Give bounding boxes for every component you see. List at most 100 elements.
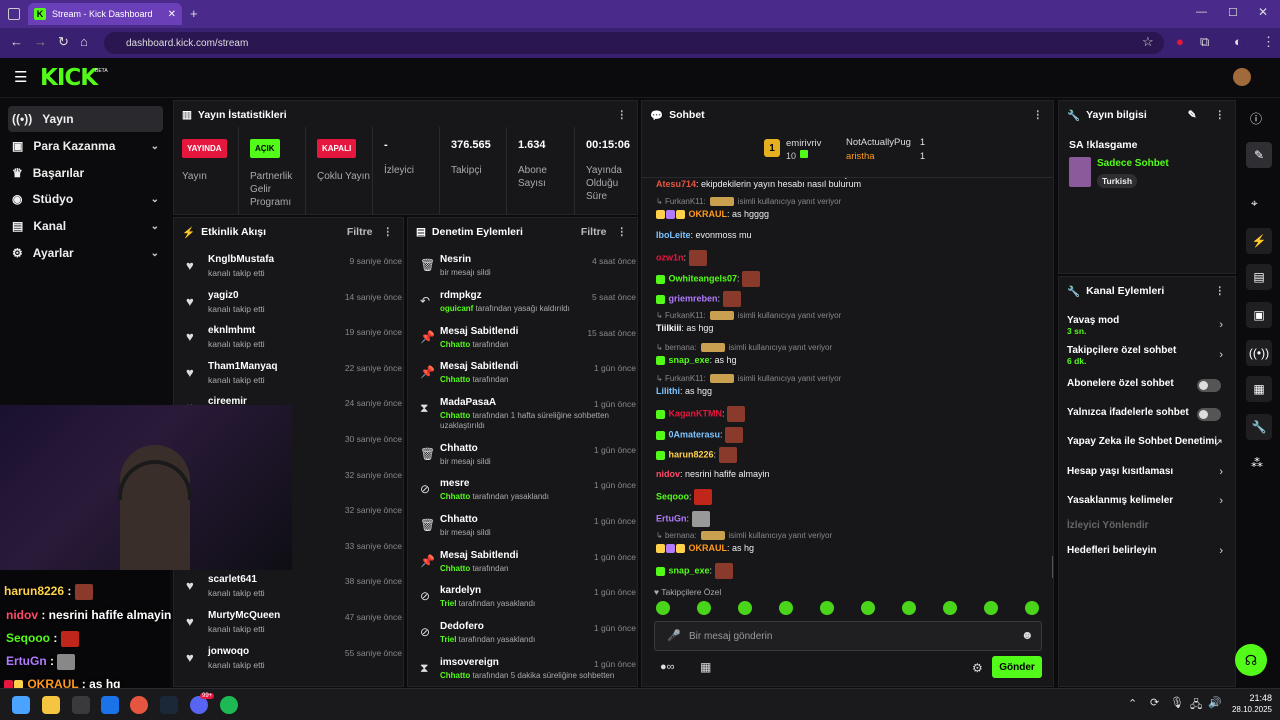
emote-button-icon[interactable] [697,601,711,615]
steam-icon[interactable] [160,696,178,714]
chat-settings-icon[interactable]: ⚙ [972,661,983,675]
chat-username[interactable]: Owhiteangels07 [669,273,738,283]
moderation-row[interactable]: 📌 Mesaj Sabitlendi Chhatto tarafından 1 gün… [416,548,637,582]
chat-reply-line[interactable]: ↳ FurkanK11: isimli kullanıcıya yanıt ver… [656,311,841,321]
chat-message[interactable]: OKRAUL: as hg [656,543,754,554]
windows-start-icon[interactable] [12,696,30,714]
chat-username[interactable]: snap_exe [669,355,710,365]
clock-date[interactable]: 28.10.2025 [1228,705,1272,714]
toggle-switch[interactable] [1197,379,1221,392]
channel-action-6[interactable]: Hesap yaşı kısıtlaması [1067,466,1227,477]
tray-chevron-icon[interactable]: ⌃ [1128,697,1137,710]
activity-row[interactable]: ♥ yagiz0 kanalı takip etti 14 saniye önce [182,288,403,322]
minimize-icon[interactable]: — [1196,6,1207,18]
chat-message[interactable]: nidov: nesrini hafife almayin [656,469,770,479]
filter-button[interactable]: Filtre [581,226,607,238]
extensions-puzzle-icon[interactable]: ⧉ [1200,34,1209,50]
chat-username[interactable]: 0Amaterasu [669,429,721,439]
channel-action-2[interactable]: Takipçilere özel sohbet 6 dk. [1067,345,1227,366]
bolt-rail-icon[interactable]: ⚡ [1246,228,1272,254]
tab-grid-icon[interactable] [8,8,20,20]
moderation-row[interactable]: ⧗ imsovereign Chhatto tarafından 5 dakika … [416,655,637,686]
chat-username[interactable]: harun8226 [669,449,714,459]
emote-button-icon[interactable] [820,601,834,615]
activity-row[interactable]: ♥ jonwoqo kanalı takip etti 55 saniye önce [182,644,403,678]
bookmark-star-icon[interactable]: ☆ [1142,34,1154,50]
chevron-right-icon[interactable]: › [1219,545,1223,557]
moderation-target[interactable]: Mesaj Sabitlendi [440,326,518,337]
moderation-row[interactable]: ⊘ Dedofero Triel tarafından yasaklandı 1 gü… [416,619,637,653]
pin-user-1[interactable]: NotActuallyPug [846,137,911,148]
chat-message[interactable]: ozw1n: [656,250,707,266]
moderation-target[interactable]: Chhatto [440,443,478,454]
category-name[interactable]: Sadece Sohbet [1097,158,1169,169]
chat-username[interactable]: griemreben [669,293,718,303]
chat-message[interactable]: Seqooo: [656,489,713,505]
moderation-row[interactable]: 📌 Mesaj Sabitlendi Chhatto tarafından 15 sa… [416,324,637,358]
channel-action-7[interactable]: Yasaklanmış kelimeler [1067,495,1227,506]
activity-row[interactable]: ♥ Tham1Manyaq kanalı takip etti 22 saniye ö… [182,359,403,393]
chat-reply-line[interactable]: ↳ bernana: isimli kullanıcıya yanıt veriy… [656,531,832,541]
volume-icon[interactable]: 🔊 [1208,696,1222,709]
file-explorer-icon[interactable] [42,696,60,714]
emote-button-icon[interactable] [984,601,998,615]
moderation-target[interactable]: Chhatto [440,514,478,525]
reload-icon[interactable]: ↻ [58,34,69,50]
activity-row[interactable]: ♥ scarlet641 kanalı takip etti 38 saniye ön… [182,572,403,606]
sidebar-item-basarilar[interactable]: ♛ Başarılar [8,160,163,186]
moderation-target[interactable]: MadaPasaA [440,397,496,408]
chat-message[interactable]: Atesu714: ekipdekilerin yayın hesabı nas… [656,179,861,189]
emote-button-icon[interactable] [1025,601,1039,615]
shop-icon[interactable]: ▦ [700,660,711,674]
moderation-target[interactable]: imsovereign [440,657,499,668]
sidebar-item-yayin[interactable]: ((•)) Yayın [8,106,163,132]
add-widget-icon[interactable]: ⁂ [1251,456,1263,470]
chat-username[interactable]: OKRAUL [689,209,728,219]
filter-button[interactable]: Filtre [347,226,373,238]
leader-name[interactable]: emirivriv [786,138,821,149]
emote-button-icon[interactable] [738,601,752,615]
activity-row[interactable]: ♥ MurtyMcQueen kanalı takip etti 47 saniye … [182,608,403,642]
moderation-target[interactable]: Mesaj Sabitlendi [440,550,518,561]
chat-username[interactable]: nidov [656,469,680,479]
external-link-icon[interactable]: ↗ [1214,436,1223,449]
follower-name[interactable]: jonwoqo [208,646,249,657]
chat-message[interactable]: KaganKTMN: [656,406,746,422]
follower-name[interactable]: yagiz0 [208,290,239,301]
chat-username[interactable]: ErtuGn [656,513,687,523]
wrench-rail-icon[interactable]: 🔧 [1246,414,1272,440]
chat-message[interactable]: Owhiteangels07: [656,271,761,287]
moderation-target[interactable]: Dedofero [440,621,484,632]
emote-button-icon[interactable] [779,601,793,615]
edit-rail-icon[interactable]: ✎ [1246,142,1272,168]
clock-time[interactable]: 21:48 [1232,693,1272,703]
moderation-row[interactable]: 🗑 Chhatto bir mesajı sildi 1 gün önce [416,512,637,546]
more-icon[interactable]: ⋮ [1215,285,1226,297]
channel-action-9[interactable]: Hedefleri belirleyin [1067,545,1227,556]
follower-name[interactable]: eknlmhmt [208,325,255,336]
moderation-target[interactable]: Mesaj Sabitlendi [440,361,518,372]
edit-icon[interactable]: ✎ [1188,109,1197,121]
mic-icon[interactable]: 🎤 [667,629,681,642]
chat-username[interactable]: snap_exe [669,565,710,575]
emote-button-icon[interactable] [861,601,875,615]
emote-button-icon[interactable] [656,601,670,615]
chevron-right-icon[interactable]: › [1219,319,1223,331]
chat-username[interactable]: OKRAUL [689,543,728,553]
chat-input-box[interactable]: 🎤 Bir mesaj gönderin ☻ [654,621,1042,651]
emoji-icon[interactable]: ☻ [1021,628,1034,642]
moderation-row[interactable]: 📌 Mesaj Sabitlendi Chhatto tarafından 1 gün… [416,359,637,393]
moderation-target[interactable]: kardelyn [440,585,481,596]
more-icon[interactable]: ⋮ [1033,109,1044,121]
sidebar-item-para-kazanma[interactable]: ▣ Para Kazanma ⌄ [8,133,163,159]
toggle-switch[interactable] [1197,408,1221,421]
chat-username[interactable]: IboLeite [656,230,691,240]
focus-icon[interactable]: ⌖ [1251,196,1258,211]
emote-button-icon[interactable] [902,601,916,615]
sync-icon[interactable]: ⟳ [1150,696,1159,709]
hamburger-menu-icon[interactable]: ☰ [14,68,27,86]
chat-message[interactable]: griemreben: [656,291,741,307]
kick-logo[interactable]: KICK [40,65,98,91]
url-field[interactable]: dashboard.kick.com/stream [104,32,1164,54]
scrollbar[interactable] [1052,556,1053,578]
